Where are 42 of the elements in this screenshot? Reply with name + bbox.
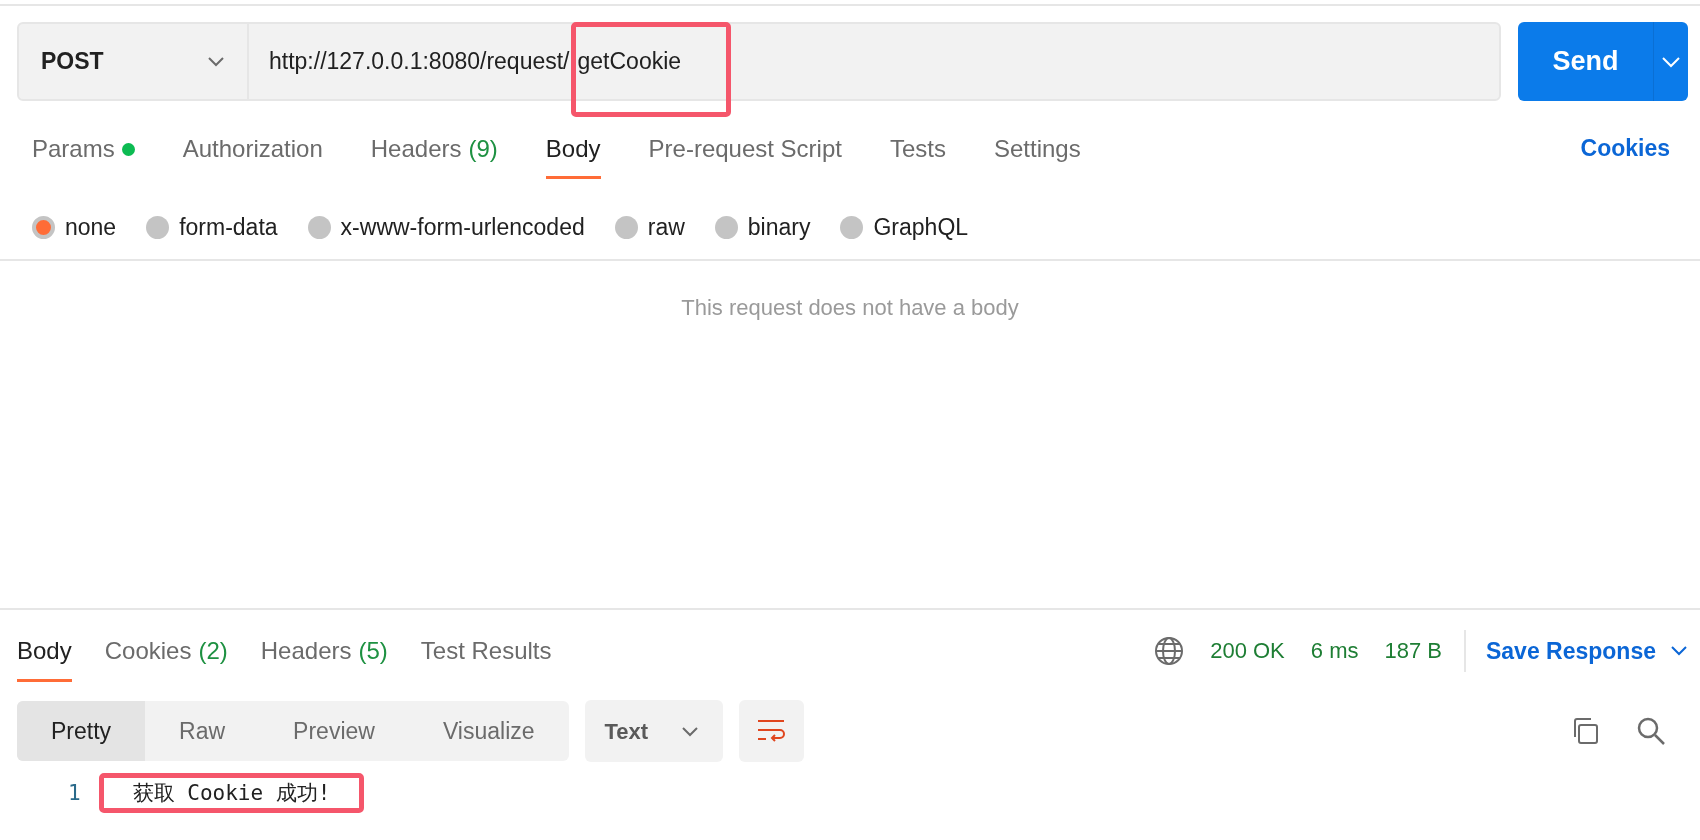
code-line: 获取 Cookie 成功! bbox=[132, 780, 331, 807]
body-type-radio[interactable]: none bbox=[32, 209, 117, 245]
tab[interactable]: Test Results bbox=[420, 633, 552, 682]
chevron-down-icon bbox=[1661, 55, 1681, 68]
body-type-radio[interactable]: GraphQL bbox=[840, 209, 969, 245]
empty-body-message: This request does not have a body bbox=[680, 294, 1020, 322]
wrap-lines-button[interactable] bbox=[738, 700, 804, 762]
send-button[interactable]: Send bbox=[1518, 22, 1653, 101]
view-mode-tab[interactable]: Preview bbox=[259, 701, 409, 761]
tab[interactable]: Params bbox=[32, 117, 135, 179]
tab[interactable]: Body bbox=[545, 117, 601, 179]
tab[interactable]: Tests bbox=[889, 117, 946, 179]
tab[interactable]: Authorization bbox=[182, 117, 323, 179]
view-mode-tab[interactable]: Pretty bbox=[17, 701, 146, 761]
response-size: 187 B bbox=[1384, 637, 1442, 666]
response-time: 6 ms bbox=[1310, 637, 1359, 666]
search-icon bbox=[1636, 716, 1666, 746]
status-code: 200 OK bbox=[1210, 637, 1285, 666]
method-select[interactable]: POST bbox=[19, 24, 249, 99]
body-type-radio[interactable]: raw bbox=[614, 209, 685, 245]
tab[interactable]: Pre-request Script bbox=[648, 117, 842, 179]
tab[interactable]: Cookies (2) bbox=[104, 633, 228, 682]
tab[interactable]: Settings bbox=[993, 117, 1081, 179]
globe-icon[interactable] bbox=[1154, 635, 1185, 666]
wrap-lines-icon bbox=[756, 718, 787, 744]
format-select[interactable]: Text bbox=[584, 700, 723, 762]
send-options-button[interactable] bbox=[1653, 22, 1688, 101]
chevron-down-icon bbox=[680, 725, 699, 737]
url-field[interactable]: http://127.0.0.1:8080/request/ getCookie bbox=[249, 24, 1499, 99]
line-number: 1 bbox=[68, 780, 81, 807]
cookies-link[interactable]: Cookies bbox=[1580, 130, 1670, 166]
chevron-down-icon bbox=[207, 56, 225, 67]
tab[interactable]: Headers (9) bbox=[370, 117, 498, 179]
body-type-radio[interactable]: x-www-form-urlencoded bbox=[307, 209, 585, 245]
body-type-radio[interactable]: binary bbox=[714, 209, 811, 245]
tab[interactable]: Body bbox=[17, 633, 72, 682]
tab[interactable]: Headers (5) bbox=[260, 633, 388, 682]
body-type-radio[interactable]: form-data bbox=[146, 209, 278, 245]
view-mode-tab[interactable]: Raw bbox=[145, 701, 260, 761]
save-response-button[interactable]: Save Response bbox=[1463, 629, 1688, 672]
view-mode-tab[interactable]: Visualize bbox=[408, 701, 569, 761]
chevron-down-icon bbox=[1670, 645, 1688, 657]
